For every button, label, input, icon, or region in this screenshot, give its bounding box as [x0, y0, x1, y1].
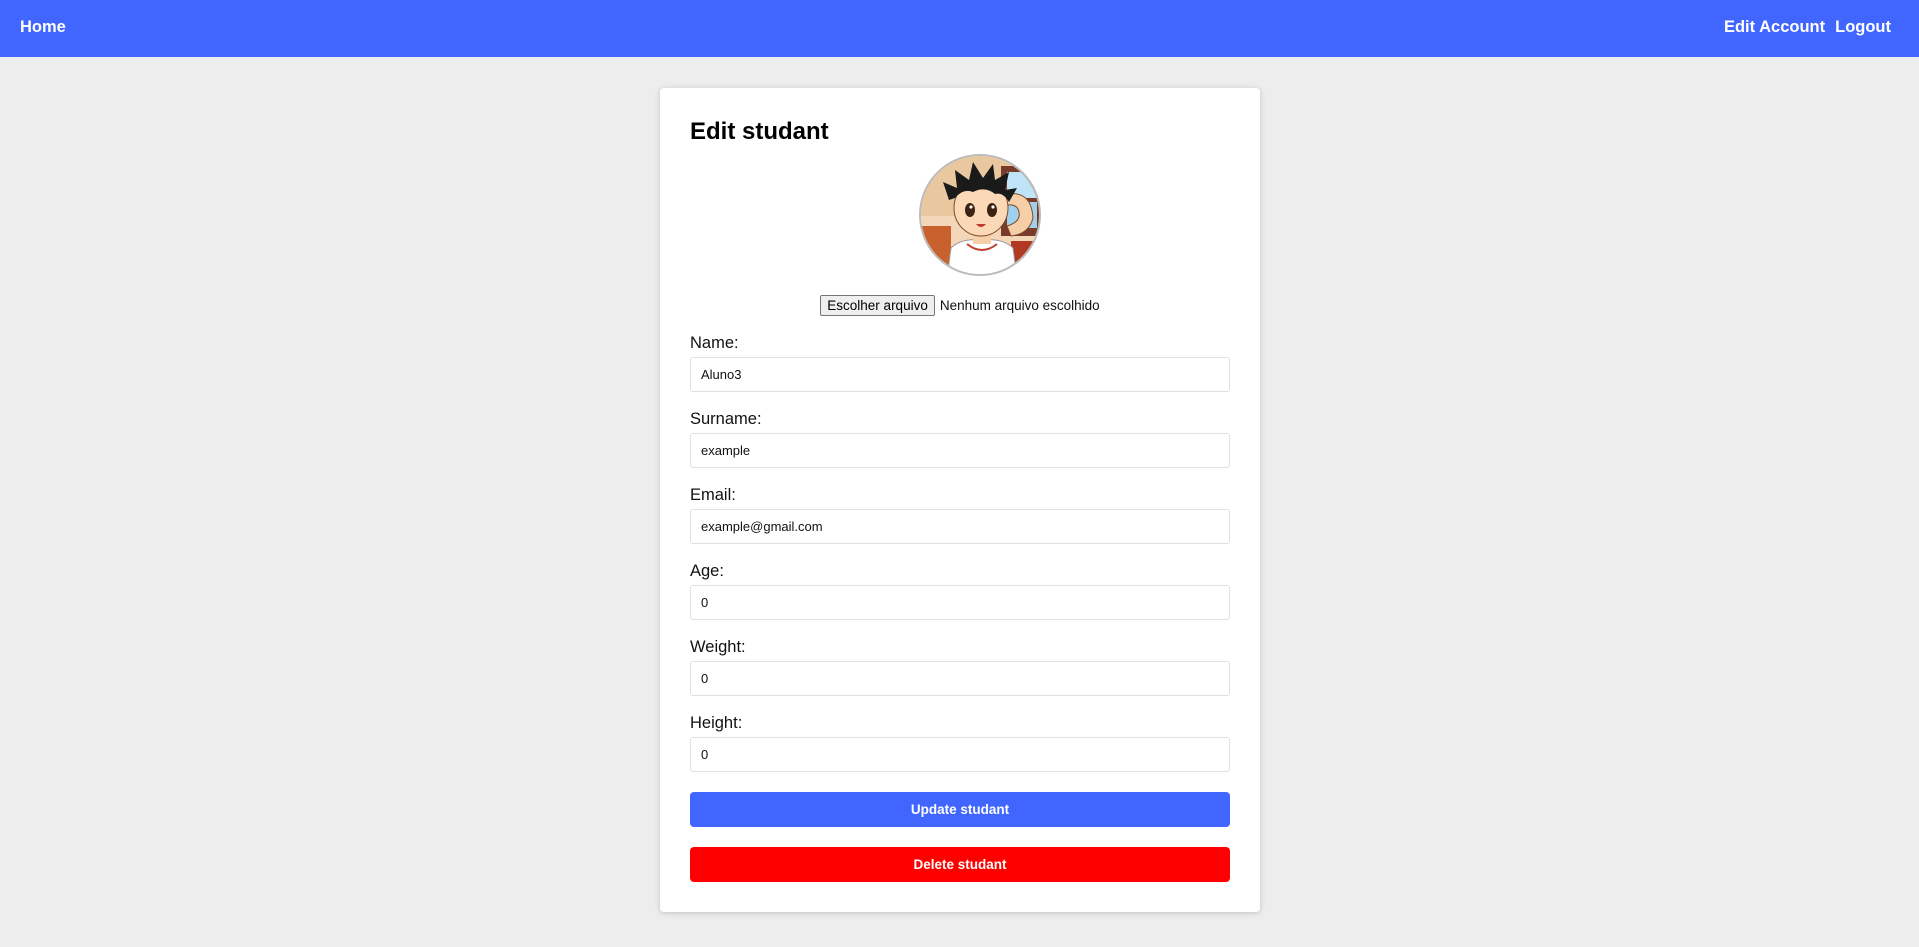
file-status-text: Nenhum arquivo escolhido: [939, 298, 1100, 313]
weight-field: Weight:: [690, 638, 1230, 696]
navbar-right-links: Edit Account Logout: [1724, 18, 1891, 37]
name-field: Name:: [690, 334, 1230, 392]
age-field: Age:: [690, 562, 1230, 620]
email-field: Email:: [690, 486, 1230, 544]
page-title: Edit studant: [690, 118, 829, 145]
name-label: Name:: [690, 334, 739, 352]
surname-label: Surname:: [690, 410, 762, 428]
surname-input[interactable]: [690, 433, 1230, 468]
height-label: Height:: [690, 714, 743, 732]
edit-account-link[interactable]: Edit Account: [1724, 18, 1825, 37]
avatar-image: [921, 156, 1039, 274]
surname-field: Surname:: [690, 410, 1230, 468]
avatar: [919, 154, 1041, 276]
height-field: Height:: [690, 714, 1230, 772]
email-label: Email:: [690, 486, 736, 504]
weight-input[interactable]: [690, 661, 1230, 696]
weight-label: Weight:: [690, 638, 746, 656]
height-input[interactable]: [690, 737, 1230, 772]
top-navbar: Home Edit Account Logout: [0, 0, 1919, 57]
age-input[interactable]: [690, 585, 1230, 620]
update-student-button[interactable]: Update studant: [690, 792, 1230, 827]
email-input[interactable]: [690, 509, 1230, 544]
home-link[interactable]: Home: [20, 18, 66, 37]
file-upload-row: Escolher arquivo Nenhum arquivo escolhid…: [660, 295, 1260, 316]
delete-student-button[interactable]: Delete studant: [690, 847, 1230, 882]
choose-file-button[interactable]: Escolher arquivo: [820, 295, 935, 316]
edit-student-card: Edit studant Escolher arquivo Nenhum arq…: [660, 88, 1260, 912]
age-label: Age:: [690, 562, 724, 580]
logout-link[interactable]: Logout: [1835, 18, 1891, 37]
name-input[interactable]: [690, 357, 1230, 392]
